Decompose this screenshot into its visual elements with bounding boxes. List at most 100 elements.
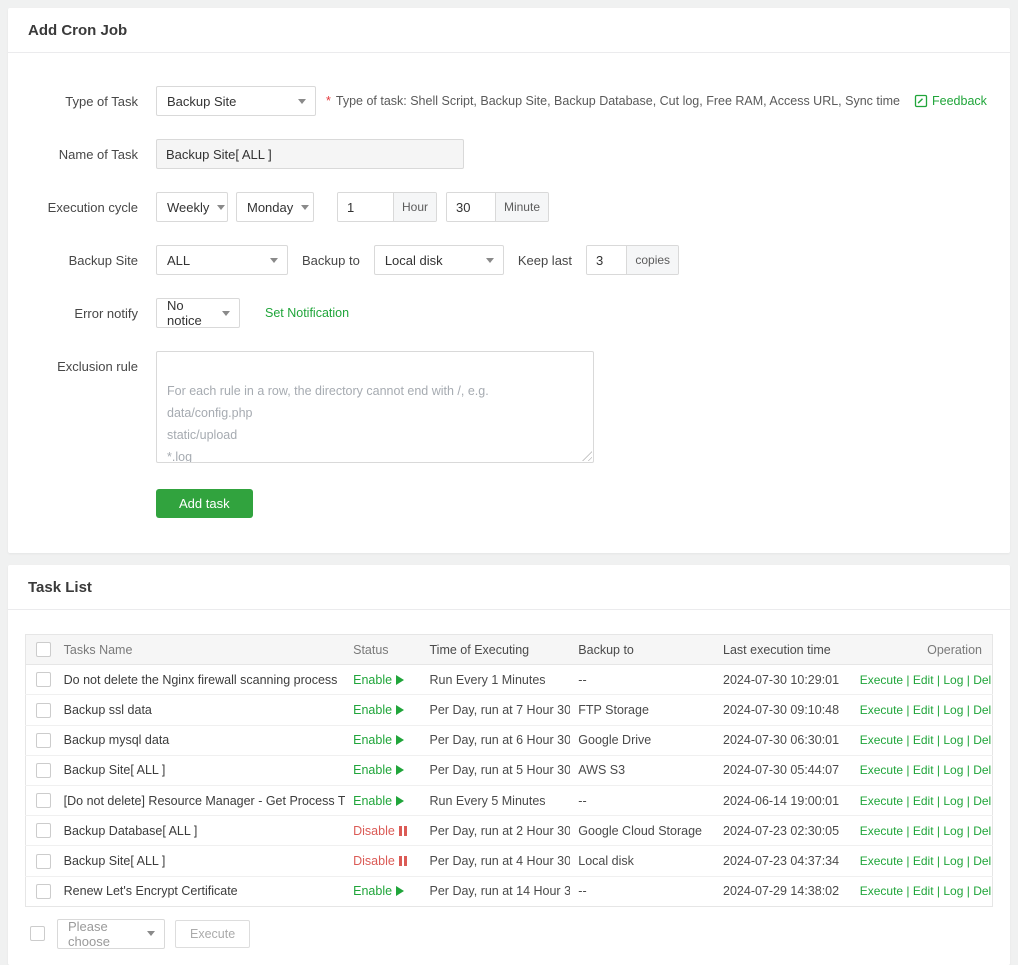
add-cron-job-form: Type of Task Backup Site * Type of task:… <box>8 53 1010 553</box>
op-edit-link[interactable]: Edit <box>913 884 934 898</box>
op-execute-link[interactable]: Execute <box>860 794 903 808</box>
status-disable[interactable]: Disable <box>353 854 407 868</box>
op-execute-link[interactable]: Execute <box>860 763 903 777</box>
op-del-link[interactable]: Del <box>973 703 991 717</box>
op-edit-link[interactable]: Edit <box>913 763 934 777</box>
op-log-link[interactable]: Log <box>943 733 963 747</box>
batch-execute-button[interactable]: Execute <box>175 920 250 948</box>
row-checkbox[interactable] <box>36 763 51 778</box>
task-last-execution: 2024-07-23 02:30:05 <box>715 816 852 846</box>
select-all-checkbox[interactable] <box>36 642 51 657</box>
op-separator: | <box>963 794 973 808</box>
chevron-down-icon <box>301 205 309 210</box>
op-execute-link[interactable]: Execute <box>860 703 903 717</box>
task-operations: Execute | Edit | Log | Del <box>852 816 993 846</box>
task-last-execution: 2024-07-30 09:10:48 <box>715 695 852 725</box>
status-disable[interactable]: Disable <box>353 824 407 838</box>
row-checkbox[interactable] <box>36 854 51 869</box>
op-del-link[interactable]: Del <box>973 794 991 808</box>
op-edit-link[interactable]: Edit <box>913 673 934 687</box>
hour-input[interactable] <box>338 193 393 221</box>
task-list-footer: Please choose Execute <box>26 919 993 949</box>
table-row: Backup Site[ ALL ]DisablePer Day, run at… <box>26 846 993 876</box>
keep-last-input[interactable] <box>587 246 626 274</box>
add-task-button[interactable]: Add task <box>156 489 253 518</box>
op-edit-link[interactable]: Edit <box>913 854 934 868</box>
footer-select-all-checkbox[interactable] <box>30 926 45 941</box>
op-execute-link[interactable]: Execute <box>860 733 903 747</box>
op-edit-link[interactable]: Edit <box>913 794 934 808</box>
backup-site-select[interactable]: ALL <box>156 245 288 275</box>
task-time: Per Day, run at 4 Hour 30 Min <box>422 846 571 876</box>
backup-to-selected-value: Local disk <box>385 253 443 268</box>
op-execute-link[interactable]: Execute <box>860 884 903 898</box>
row-checkbox[interactable] <box>36 672 51 687</box>
play-icon <box>396 705 404 715</box>
row-checkbox[interactable] <box>36 703 51 718</box>
backup-site-label: Backup Site <box>8 253 138 268</box>
op-edit-link[interactable]: Edit <box>913 824 934 838</box>
op-execute-link[interactable]: Execute <box>860 673 903 687</box>
pause-icon <box>399 856 407 866</box>
task-operations: Execute | Edit | Log | Del <box>852 786 993 816</box>
row-checkbox[interactable] <box>36 733 51 748</box>
op-log-link[interactable]: Log <box>943 824 963 838</box>
task-backup-to: AWS S3 <box>570 755 715 785</box>
chevron-down-icon <box>270 258 278 263</box>
status-enable[interactable]: Enable <box>353 794 404 808</box>
task-backup-to: -- <box>570 665 715 695</box>
backup-to-select[interactable]: Local disk <box>374 245 504 275</box>
status-enable[interactable]: Enable <box>353 763 404 777</box>
op-log-link[interactable]: Log <box>943 854 963 868</box>
status-enable[interactable]: Enable <box>353 673 404 687</box>
status-enable[interactable]: Enable <box>353 733 404 747</box>
minute-input-group: Minute <box>446 192 549 222</box>
col-operation: Operation <box>852 635 993 665</box>
op-del-link[interactable]: Del <box>973 854 991 868</box>
op-del-link[interactable]: Del <box>973 884 991 898</box>
pause-icon <box>399 826 407 836</box>
row-checkbox[interactable] <box>36 793 51 808</box>
op-log-link[interactable]: Log <box>943 703 963 717</box>
status-enable[interactable]: Enable <box>353 703 404 717</box>
op-edit-link[interactable]: Edit <box>913 733 934 747</box>
status-enable[interactable]: Enable <box>353 884 404 898</box>
cycle-day-select[interactable]: Monday <box>236 192 314 222</box>
op-separator: | <box>903 794 913 808</box>
op-execute-link[interactable]: Execute <box>860 854 903 868</box>
type-of-task-selected-value: Backup Site <box>167 94 236 109</box>
minute-input[interactable] <box>447 193 495 221</box>
error-notify-select[interactable]: No notice <box>156 298 240 328</box>
task-operations: Execute | Edit | Log | Del <box>852 665 993 695</box>
op-log-link[interactable]: Log <box>943 794 963 808</box>
task-backup-to: Google Drive <box>570 725 715 755</box>
row-checkbox[interactable] <box>36 823 51 838</box>
name-of-task-input[interactable] <box>156 139 464 169</box>
type-of-task-select[interactable]: Backup Site <box>156 86 316 116</box>
play-icon <box>396 886 404 896</box>
op-log-link[interactable]: Log <box>943 884 963 898</box>
op-del-link[interactable]: Del <box>973 824 991 838</box>
op-del-link[interactable]: Del <box>973 673 991 687</box>
exclusion-rule-textarea[interactable]: For each rule in a row, the directory ca… <box>156 351 594 463</box>
op-separator: | <box>934 884 944 898</box>
resize-handle[interactable] <box>582 451 592 461</box>
op-edit-link[interactable]: Edit <box>913 703 934 717</box>
required-asterisk: * <box>326 94 331 108</box>
batch-action-select[interactable]: Please choose <box>57 919 165 949</box>
op-del-link[interactable]: Del <box>973 763 991 777</box>
task-last-execution: 2024-07-30 10:29:01 <box>715 665 852 695</box>
feedback-link[interactable]: Feedback <box>914 94 987 108</box>
op-log-link[interactable]: Log <box>943 673 963 687</box>
execution-cycle-label: Execution cycle <box>8 200 138 215</box>
set-notification-link[interactable]: Set Notification <box>265 306 349 320</box>
col-tasks-name: Tasks Name <box>56 635 345 665</box>
op-del-link[interactable]: Del <box>973 733 991 747</box>
cycle-period-select[interactable]: Weekly <box>156 192 228 222</box>
op-separator: | <box>903 763 913 777</box>
op-execute-link[interactable]: Execute <box>860 824 903 838</box>
op-log-link[interactable]: Log <box>943 763 963 777</box>
task-time: Per Day, run at 14 Hour 38 Min <box>422 876 571 906</box>
row-checkbox[interactable] <box>36 884 51 899</box>
task-time: Run Every 1 Minutes <box>422 665 571 695</box>
